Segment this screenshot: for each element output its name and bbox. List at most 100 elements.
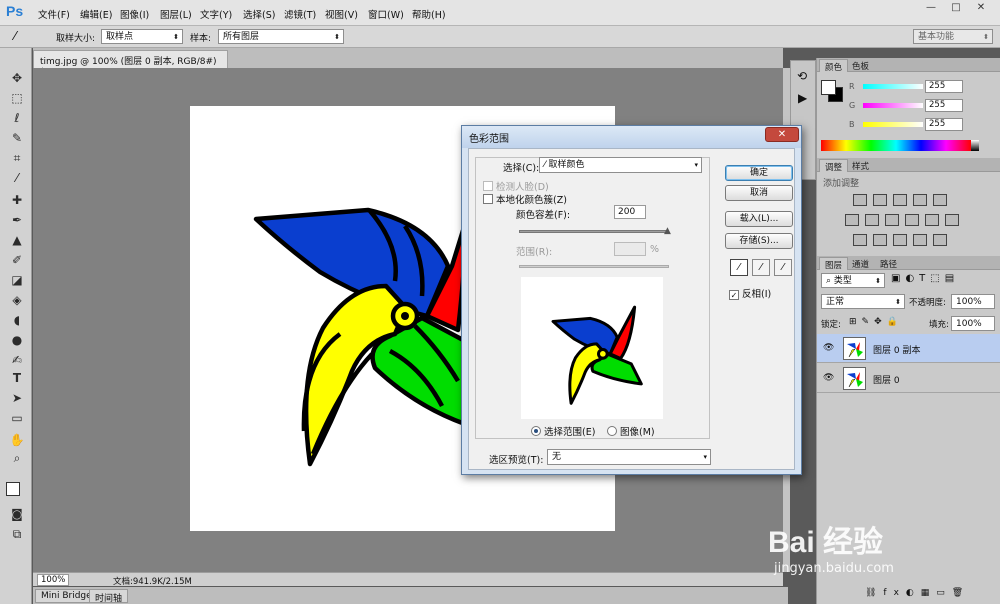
dialog-close-button[interactable]: ✕ <box>765 127 799 142</box>
fuzziness-slider-track[interactable] <box>519 230 669 233</box>
history-brush-tool-icon[interactable]: ✐ <box>8 252 26 268</box>
play-action-icon[interactable]: ▶ <box>798 91 807 105</box>
fill-field[interactable]: 100% <box>951 316 995 331</box>
slider-r[interactable] <box>863 84 923 89</box>
visibility-eye-icon[interactable]: 👁 <box>823 343 834 353</box>
stamp-tool-icon[interactable]: ▲ <box>8 232 26 248</box>
select-mode-dropdown[interactable]: ⁄ 取样颜色 ▾ <box>539 157 702 173</box>
ok-button[interactable]: 确定 <box>725 165 793 181</box>
selective-color-icon[interactable] <box>913 234 927 246</box>
menu-filter[interactable]: 滤镜(T) <box>284 7 316 21</box>
menu-help[interactable]: 帮助(H) <box>412 7 446 21</box>
color-spectrum-bar[interactable] <box>821 140 971 151</box>
screen-mode-icon[interactable]: ⧉ <box>8 526 26 542</box>
dodge-tool-icon[interactable]: ● <box>8 332 26 348</box>
tab-channels[interactable]: 通道 <box>847 257 874 270</box>
foreground-color-swatch[interactable] <box>821 80 836 95</box>
image-radio[interactable]: 图像(M) <box>607 424 655 438</box>
color-balance-icon[interactable] <box>865 214 879 226</box>
invert-checkbox[interactable]: ✓ 反相(I) <box>729 286 771 300</box>
paint-bucket-tool-icon[interactable]: ◈ <box>8 292 26 308</box>
eyedropper-tool-icon[interactable]: ⁄ <box>14 29 16 43</box>
eyedropper-minus-icon[interactable]: ⁄ <box>774 259 792 276</box>
menu-window[interactable]: 窗口(W) <box>368 7 404 21</box>
opacity-field[interactable]: 100% <box>951 294 995 309</box>
photo-filter-icon[interactable] <box>905 214 919 226</box>
cancel-button[interactable]: 取消 <box>725 185 793 201</box>
posterize-icon[interactable] <box>873 234 887 246</box>
visibility-eye-icon[interactable]: 👁 <box>823 373 834 383</box>
levels-icon[interactable] <box>873 194 887 206</box>
brightness-icon[interactable] <box>853 194 867 206</box>
type-tool-icon[interactable]: T <box>8 370 26 386</box>
tab-styles[interactable]: 样式 <box>847 159 874 172</box>
path-select-tool-icon[interactable]: ➤ <box>8 390 26 406</box>
sample-size-select[interactable]: 取样点 ⬍ <box>101 29 183 44</box>
localized-clusters-checkbox[interactable]: 本地化颜色簇(Z) <box>483 192 567 206</box>
tab-adjustments[interactable]: 调整 <box>819 159 849 173</box>
tab-color[interactable]: 颜色 <box>819 59 849 73</box>
channel-b-field[interactable]: 255 <box>925 118 963 131</box>
tab-layers[interactable]: 图层 <box>819 257 849 271</box>
lasso-tool-icon[interactable]: ℓ <box>8 110 26 126</box>
blend-mode-select[interactable]: 正常 ⬍ <box>821 294 905 309</box>
workspace-select[interactable]: 基本功能 ⬍ <box>913 29 993 44</box>
minimize-button[interactable]: — <box>920 2 942 16</box>
menu-type[interactable]: 文字(Y) <box>200 7 232 21</box>
vibrance-icon[interactable] <box>933 194 947 206</box>
quick-mask-icon[interactable]: ◙ <box>8 506 26 522</box>
maximize-button[interactable]: □ <box>945 2 967 16</box>
crop-tool-icon[interactable]: ⌗ <box>8 150 26 166</box>
blur-tool-icon[interactable]: ◖ <box>8 312 26 328</box>
lock-icons[interactable]: ⊞✎✥🔒 <box>849 317 903 327</box>
channel-mixer-icon[interactable] <box>925 214 939 226</box>
fuzziness-field[interactable]: 200 <box>614 205 646 219</box>
hand-tool-icon[interactable]: ✋ <box>8 432 26 448</box>
menu-edit[interactable]: 编辑(E) <box>80 7 112 21</box>
eyedropper-tool-icon[interactable]: ⁄ <box>8 170 26 186</box>
layer-row[interactable]: 👁 图层 0 副本 <box>817 334 1000 363</box>
sample-select[interactable]: 所有图层 ⬍ <box>218 29 344 44</box>
selection-preview-dropdown[interactable]: 无 ▾ <box>547 449 711 465</box>
fuzziness-slider-knob[interactable]: ▲ <box>664 226 671 236</box>
load-button[interactable]: 载入(L)... <box>725 211 793 227</box>
close-window-button[interactable]: ✕ <box>970 2 992 16</box>
history-icon[interactable]: ⟲ <box>797 69 807 83</box>
channel-g-field[interactable]: 255 <box>925 99 963 112</box>
healing-brush-tool-icon[interactable]: ✚ <box>8 192 26 208</box>
hue-saturation-icon[interactable] <box>845 214 859 226</box>
layer-filter-icons[interactable]: ▣◐T⬚▤ <box>891 273 959 284</box>
threshold-icon[interactable] <box>893 234 907 246</box>
color-lookup-icon[interactable] <box>945 214 959 226</box>
invert-icon[interactable] <box>853 234 867 246</box>
move-tool-icon[interactable]: ✥ <box>8 70 26 86</box>
save-button[interactable]: 存储(S)... <box>725 233 793 249</box>
layer-kind-filter[interactable]: ⌕ 类型 ⬍ <box>821 273 885 288</box>
slider-b[interactable] <box>863 122 923 127</box>
document-info[interactable]: 文档:941.9K/2.15M <box>113 575 192 587</box>
tab-timeline[interactable]: 时间轴 <box>89 589 129 604</box>
menu-file[interactable]: 文件(F) <box>38 7 70 21</box>
channel-r-field[interactable]: 255 <box>925 80 963 93</box>
tab-swatches[interactable]: 色板 <box>847 59 874 72</box>
shape-tool-icon[interactable]: ▭ <box>8 410 26 426</box>
black-white-ramp[interactable] <box>971 140 979 151</box>
menu-select[interactable]: 选择(S) <box>243 7 275 21</box>
layer-row[interactable]: 👁 图层 0 <box>817 364 1000 393</box>
tab-paths[interactable]: 路径 <box>875 257 902 270</box>
eyedropper-plus-icon[interactable]: ⁄ <box>752 259 770 276</box>
selection-radio[interactable]: 选择范围(E) <box>531 424 595 438</box>
menu-layer[interactable]: 图层(L) <box>160 7 192 21</box>
slider-g[interactable] <box>863 103 923 108</box>
eraser-tool-icon[interactable]: ◪ <box>8 272 26 288</box>
zoom-field[interactable]: 100% <box>37 574 70 586</box>
marquee-tool-icon[interactable]: ⬚ <box>8 90 26 106</box>
menu-image[interactable]: 图像(I) <box>120 7 149 21</box>
eyedropper-icon[interactable]: ⁄ <box>730 259 748 276</box>
exposure-icon[interactable] <box>913 194 927 206</box>
black-white-icon[interactable] <box>885 214 899 226</box>
brush-tool-icon[interactable]: ✒ <box>8 212 26 228</box>
quick-select-tool-icon[interactable]: ✎ <box>8 130 26 146</box>
foreground-color-swatch[interactable] <box>6 482 20 496</box>
document-tab[interactable]: timg.jpg @ 100% (图层 0 副本, RGB/8#) * × <box>33 50 228 77</box>
